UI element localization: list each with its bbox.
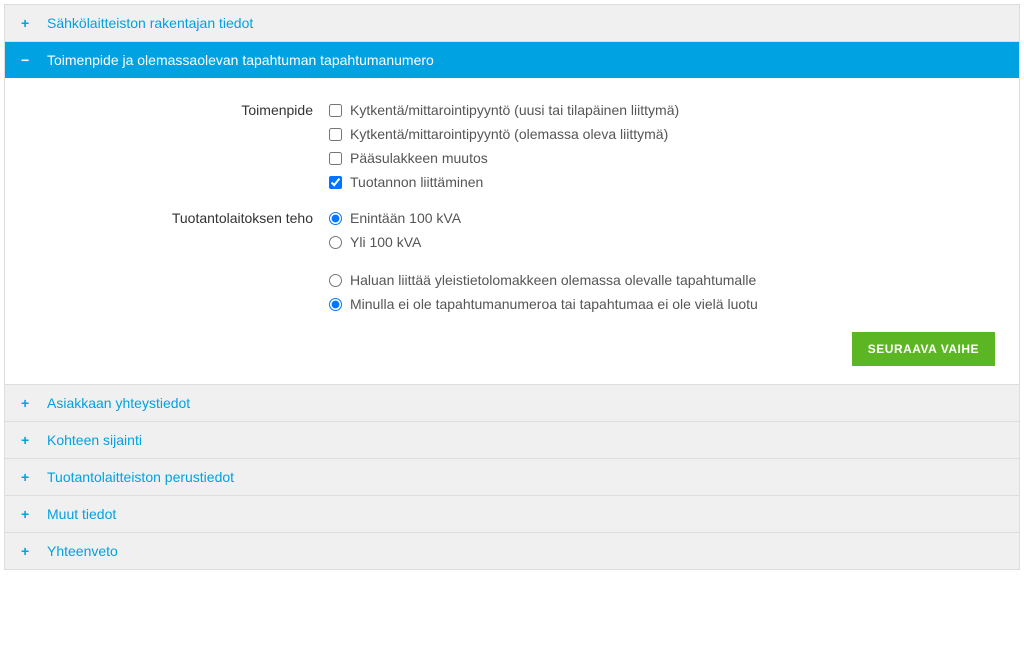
checkbox-toimenpide-1[interactable] [329,104,342,117]
option-teho-2[interactable]: Yli 100 kVA [329,234,995,250]
panel-header-location[interactable]: + Kohteen sijainti [5,422,1019,458]
next-button[interactable]: SEURAAVA VAIHE [852,332,995,366]
option-toimenpide-1[interactable]: Kytkentä/mittarointipyyntö (uusi tai til… [329,102,995,118]
option-toimenpide-2[interactable]: Kytkentä/mittarointipyyntö (olemassa ole… [329,126,995,142]
panel-title-procedure: Toimenpide ja olemassaolevan tapahtuman … [47,52,434,68]
plus-icon: + [21,544,37,558]
option-teho-1[interactable]: Enintään 100 kVA [329,210,995,226]
options-teho: Enintään 100 kVA Yli 100 kVA Haluan liit… [329,210,995,312]
panel-title-builder: Sähkölaitteiston rakentajan tiedot [47,15,253,31]
label-toimenpide: Toimenpide [29,102,329,190]
option-tapahtuma-2[interactable]: Minulla ei ole tapahtumanumeroa tai tapa… [329,296,995,312]
radio-tapahtuma-2[interactable] [329,298,342,311]
option-tapahtuma-2-label: Minulla ei ole tapahtumanumeroa tai tapa… [350,296,758,312]
panel-title-other: Muut tiedot [47,506,116,522]
panel-header-plant[interactable]: + Tuotantolaitteiston perustiedot [5,459,1019,495]
option-toimenpide-3[interactable]: Pääsulakkeen muutos [329,150,995,166]
radio-teho-1[interactable] [329,212,342,225]
options-toimenpide: Kytkentä/mittarointipyyntö (uusi tai til… [329,102,995,190]
panel-title-summary: Yhteenveto [47,543,118,559]
plus-icon: + [21,16,37,30]
option-toimenpide-2-label: Kytkentä/mittarointipyyntö (olemassa ole… [350,126,668,142]
option-toimenpide-4-label: Tuotannon liittäminen [350,174,483,190]
panel-header-contact[interactable]: + Asiakkaan yhteystiedot [5,385,1019,421]
checkbox-toimenpide-3[interactable] [329,152,342,165]
panel-contact: + Asiakkaan yhteystiedot [5,385,1019,422]
option-toimenpide-3-label: Pääsulakkeen muutos [350,150,488,166]
actions-row: SEURAAVA VAIHE [29,332,995,366]
plus-icon: + [21,470,37,484]
row-teho: Tuotantolaitoksen teho Enintään 100 kVA … [29,210,995,312]
panel-location: + Kohteen sijainti [5,422,1019,459]
checkbox-toimenpide-2[interactable] [329,128,342,141]
panel-header-builder[interactable]: + Sähkölaitteiston rakentajan tiedot [5,5,1019,41]
option-tapahtuma-1[interactable]: Haluan liittää yleistietolomakkeen olema… [329,272,995,288]
panel-header-procedure[interactable]: − Toimenpide ja olemassaolevan tapahtuma… [5,42,1019,78]
plus-icon: + [21,433,37,447]
minus-icon: − [21,53,37,67]
accordion: + Sähkölaitteiston rakentajan tiedot − T… [4,4,1020,570]
plus-icon: + [21,507,37,521]
option-teho-1-label: Enintään 100 kVA [350,210,461,226]
row-toimenpide: Toimenpide Kytkentä/mittarointipyyntö (u… [29,102,995,190]
option-toimenpide-4[interactable]: Tuotannon liittäminen [329,174,995,190]
panel-body-procedure: Toimenpide Kytkentä/mittarointipyyntö (u… [5,78,1019,384]
option-toimenpide-1-label: Kytkentä/mittarointipyyntö (uusi tai til… [350,102,679,118]
panel-title-plant: Tuotantolaitteiston perustiedot [47,469,234,485]
radio-tapahtuma-1[interactable] [329,274,342,287]
panel-header-summary[interactable]: + Yhteenveto [5,533,1019,569]
label-teho: Tuotantolaitoksen teho [29,210,329,312]
plus-icon: + [21,396,37,410]
panel-builder: + Sähkölaitteiston rakentajan tiedot [5,5,1019,42]
option-teho-2-label: Yli 100 kVA [350,234,421,250]
panel-summary: + Yhteenveto [5,533,1019,569]
panel-header-other[interactable]: + Muut tiedot [5,496,1019,532]
panel-title-location: Kohteen sijainti [47,432,142,448]
panel-procedure: − Toimenpide ja olemassaolevan tapahtuma… [5,42,1019,385]
checkbox-toimenpide-4[interactable] [329,176,342,189]
panel-other: + Muut tiedot [5,496,1019,533]
panel-plant: + Tuotantolaitteiston perustiedot [5,459,1019,496]
radio-teho-2[interactable] [329,236,342,249]
option-tapahtuma-1-label: Haluan liittää yleistietolomakkeen olema… [350,272,756,288]
panel-title-contact: Asiakkaan yhteystiedot [47,395,190,411]
